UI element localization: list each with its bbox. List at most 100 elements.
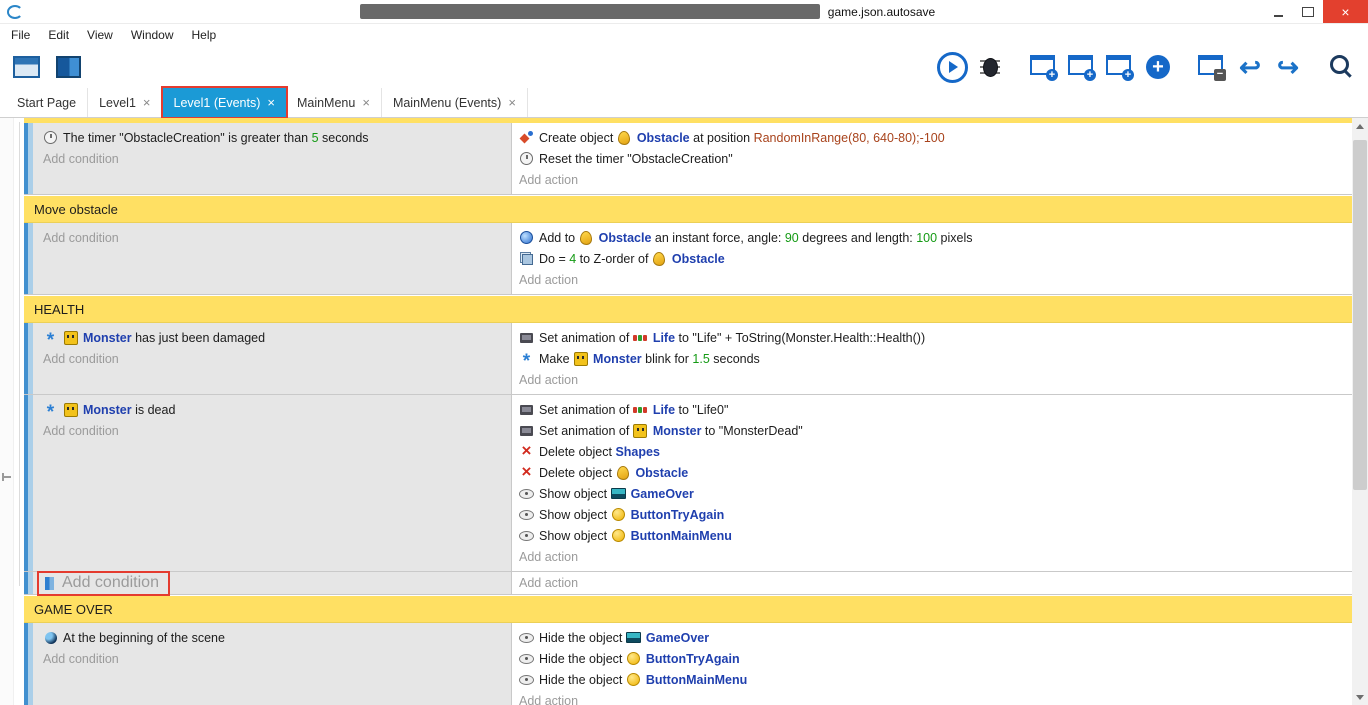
deactivate-button[interactable] (1196, 51, 1228, 83)
text-segment: ButtonTryAgain (631, 508, 725, 522)
action-line[interactable]: Show object ButtonTryAgain (519, 504, 1352, 525)
condition-line[interactable]: At the beginning of the scene (43, 627, 511, 648)
action-line[interactable]: Hide the object ButtonTryAgain (519, 648, 1352, 669)
conditions-column: The timer "ObstacleCreation" is greater … (33, 123, 512, 194)
scroll-down-icon[interactable] (1352, 689, 1368, 705)
add-action-button[interactable]: Add action (519, 369, 1352, 390)
action-line[interactable]: Hide the object GameOver (519, 627, 1352, 648)
condition-line[interactable]: The timer "ObstacleCreation" is greater … (43, 127, 511, 148)
tab-close-icon[interactable]: × (143, 95, 151, 110)
move-obstacle-event: Add condition Add to Obstacle an instant … (24, 223, 1352, 295)
obstacle-icon (579, 230, 594, 245)
search-button[interactable] (1326, 51, 1358, 83)
tab-label: Level1 (99, 96, 136, 110)
timer-icon (519, 151, 534, 166)
tab-level1[interactable]: Level1 × (88, 88, 162, 117)
scrollbar-thumb[interactable] (1353, 140, 1367, 490)
menu-view[interactable]: View (78, 24, 122, 46)
action-line[interactable]: Do = 4 to Z-order of Obstacle (519, 248, 1352, 269)
action-line[interactable]: Hide the object ButtonMainMenu (519, 669, 1352, 690)
action-line[interactable]: Make Monster blink for 1.5 seconds (519, 348, 1352, 369)
action-line[interactable]: Show object ButtonMainMenu (519, 525, 1352, 546)
scroll-up-icon[interactable] (1352, 118, 1368, 134)
add-condition-button[interactable]: Add condition (43, 348, 511, 369)
condition-line[interactable]: Monster is dead (43, 399, 511, 420)
animation-icon (519, 402, 534, 417)
add-action-button[interactable]: Add action (519, 546, 1352, 567)
action-line[interactable]: Delete object Shapes (519, 441, 1352, 462)
add-action-button[interactable]: Add action (519, 690, 1352, 705)
text-segment: = (558, 252, 569, 266)
text-segment: Hide the object (539, 652, 626, 666)
redo-button[interactable] (1272, 51, 1304, 83)
maximize-button[interactable] (1293, 0, 1323, 23)
tab-level1-events[interactable]: Level1 (Events)× (163, 88, 286, 117)
add-external-events-button[interactable] (1066, 51, 1098, 83)
add-scene-button[interactable] (1028, 51, 1060, 83)
text-segment: Set animation of (539, 331, 633, 345)
action-line[interactable]: Delete object Obstacle (519, 462, 1352, 483)
tab-close-icon[interactable]: × (362, 95, 370, 110)
tab-mainmenu[interactable]: MainMenu× (286, 88, 382, 117)
group-health[interactable]: HEALTH (24, 295, 1352, 323)
add-condition-button[interactable]: Add condition (43, 648, 511, 669)
action-line[interactable]: Reset the timer "ObstacleCreation" (519, 148, 1352, 169)
text-segment: Add condition (43, 231, 119, 245)
events-gutter (0, 118, 14, 705)
action-line[interactable]: Set animation of Life to "Life0" (519, 399, 1352, 420)
game-over-init-event: At the beginning of the sceneAdd conditi… (24, 623, 1352, 705)
text-segment: Add action (519, 576, 578, 590)
action-line[interactable]: Show object GameOver (519, 483, 1352, 504)
start-page-button[interactable] (52, 51, 84, 83)
undo-button[interactable] (1234, 51, 1266, 83)
action-line[interactable]: Set animation of Life to "Life" + ToStri… (519, 327, 1352, 348)
tab-mainmenu-events[interactable]: MainMenu (Events)× (382, 88, 528, 117)
add-extension-button[interactable] (1142, 51, 1174, 83)
add-condition-button[interactable]: Add condition (43, 420, 511, 441)
menu-window[interactable]: Window (122, 24, 183, 46)
event-drag-handle[interactable] (24, 572, 33, 594)
action-line[interactable]: Set animation of Monster to "MonsterDead… (519, 420, 1352, 441)
text-segment: Set animation of (539, 424, 633, 438)
minimize-button[interactable] (1263, 0, 1293, 23)
add-condition-button[interactable]: Add condition (43, 148, 511, 169)
menu-edit[interactable]: Edit (39, 24, 78, 46)
add-condition-button[interactable]: Add condition (39, 573, 168, 594)
text-segment: to "Life0" (675, 403, 728, 417)
group-label: GAME OVER (34, 602, 113, 617)
event-drag-handle[interactable] (24, 395, 33, 571)
text-segment: Delete object (539, 466, 615, 480)
menu-help[interactable]: Help (183, 24, 226, 46)
text-segment: ButtonMainMenu (646, 673, 747, 687)
text-segment: Hide the object (539, 631, 626, 645)
run-button[interactable] (936, 51, 968, 83)
tab-close-icon[interactable]: × (508, 95, 516, 110)
group-move-obstacle[interactable]: Move obstacle (24, 195, 1352, 223)
delete-icon (519, 465, 534, 480)
close-button[interactable]: × (1323, 0, 1368, 23)
add-action-button[interactable]: Add action (519, 573, 578, 594)
debug-button[interactable] (974, 51, 1006, 83)
text-segment: Life (653, 331, 675, 345)
event-drag-handle[interactable] (24, 223, 33, 294)
menu-file[interactable]: File (2, 24, 39, 46)
action-line[interactable]: Create object Obstacle at position Rando… (519, 127, 1352, 148)
add-external-layout-button[interactable] (1104, 51, 1136, 83)
condition-line[interactable]: Monster has just been damaged (43, 327, 511, 348)
group-game-over[interactable]: GAME OVER (24, 595, 1352, 623)
event-drag-handle[interactable] (24, 123, 33, 194)
create-icon (519, 130, 534, 145)
app-logo-icon (6, 4, 24, 20)
project-manager-button[interactable] (10, 51, 42, 83)
add-condition-button[interactable]: Add condition (43, 227, 511, 248)
text-segment: seconds (319, 131, 369, 145)
event-drag-handle[interactable] (24, 623, 33, 705)
add-action-button[interactable]: Add action (519, 269, 1352, 290)
tab-close-icon[interactable]: × (267, 95, 275, 110)
action-line[interactable]: Add to Obstacle an instant force, angle:… (519, 227, 1352, 248)
event-drag-handle[interactable] (24, 323, 33, 394)
add-action-button[interactable]: Add action (519, 169, 1352, 190)
snowflake-icon (43, 402, 58, 417)
tab-start-page[interactable]: Start Page (6, 88, 88, 117)
vertical-scrollbar[interactable] (1352, 118, 1368, 705)
